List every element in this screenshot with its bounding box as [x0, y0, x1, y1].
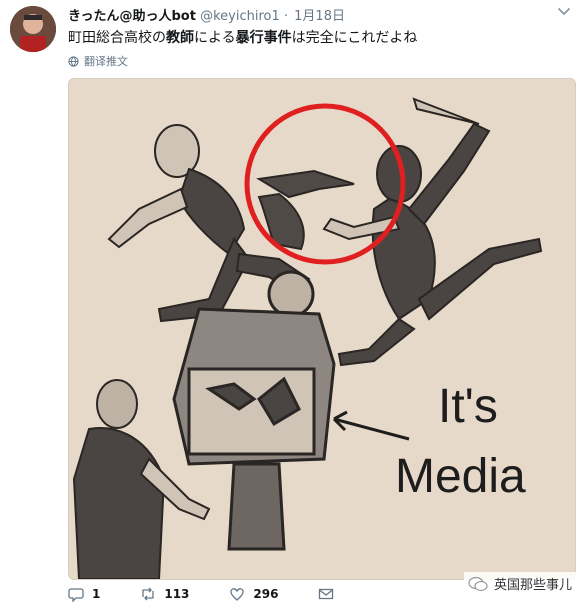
translate-label: 翻译推文	[84, 55, 128, 68]
tweet-actions: 1 113 296	[68, 586, 334, 602]
tweet-text-bold: 暴行事件	[235, 30, 292, 46]
retweet-count: 113	[164, 587, 190, 601]
tweet-text-part: による	[194, 30, 236, 46]
translate-tweet-link[interactable]: 翻译推文	[68, 53, 128, 69]
like-count: 296	[253, 587, 279, 601]
tweet-image[interactable]: It's Media	[68, 78, 576, 580]
caption-media: Media	[395, 450, 526, 503]
user-handle[interactable]: @keyichiro1	[200, 9, 280, 24]
tweet-text-part: は完全にこれだよね	[291, 30, 418, 46]
watermark: 英国那些事儿	[463, 572, 576, 595]
chevron-down-icon[interactable]	[556, 3, 572, 19]
tweet-text: 町田総合高校の教師による暴行事件は完全にこれだよね	[68, 27, 417, 47]
reply-count: 1	[92, 587, 101, 601]
direct-message-button[interactable]	[318, 586, 334, 602]
media-illustration	[69, 79, 575, 579]
avatar[interactable]	[10, 6, 56, 52]
retweet-button[interactable]: 113	[140, 586, 189, 602]
display-name[interactable]: きったん@助っ人bot	[68, 9, 196, 24]
mail-icon	[319, 588, 334, 600]
tweet-header: きったん@助っ人bot @keyichiro1 · 1月18日	[68, 5, 345, 24]
tweet-text-bold: 教師	[166, 30, 194, 46]
globe-icon	[68, 55, 79, 67]
caption-its: It's	[438, 380, 498, 433]
retweet-icon	[142, 587, 155, 601]
reply-button[interactable]: 1	[68, 586, 100, 602]
reply-icon	[68, 588, 84, 602]
wechat-logo-icon	[468, 576, 488, 591]
tweet-date[interactable]: 1月18日	[294, 9, 345, 24]
heart-icon	[230, 588, 245, 601]
like-button[interactable]: 296	[229, 586, 278, 602]
separator-dot: ·	[283, 9, 289, 24]
tweet-text-part: 町田総合高校の	[68, 30, 166, 46]
watermark-text: 英国那些事儿	[493, 578, 572, 593]
